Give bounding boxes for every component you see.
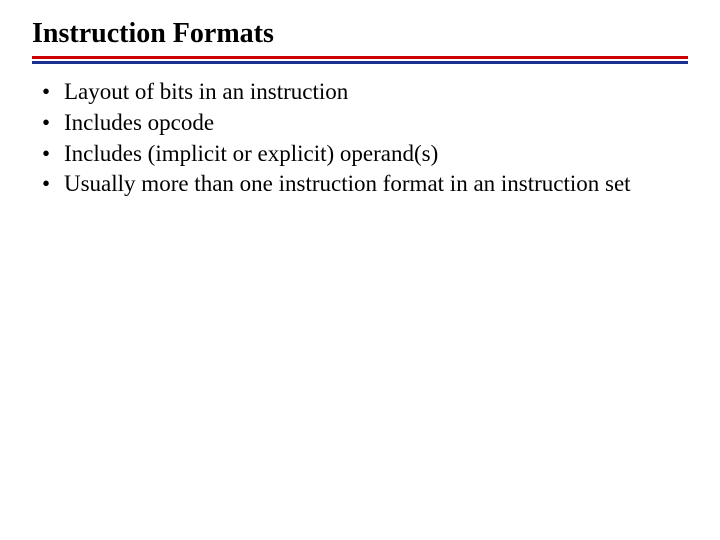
bullet-icon: • bbox=[40, 140, 64, 169]
page-title: Instruction Formats bbox=[32, 18, 688, 50]
list-item-text: Layout of bits in an instruction bbox=[64, 78, 688, 107]
list-item: • Usually more than one instruction form… bbox=[40, 170, 688, 199]
bullet-icon: • bbox=[40, 78, 64, 107]
list-item-text: Includes (implicit or explicit) operand(… bbox=[64, 140, 688, 169]
list-item: • Layout of bits in an instruction bbox=[40, 78, 688, 107]
title-divider bbox=[32, 56, 688, 64]
bullet-list: • Layout of bits in an instruction • Inc… bbox=[32, 78, 688, 199]
list-item: • Includes (implicit or explicit) operan… bbox=[40, 140, 688, 169]
divider-blue-line bbox=[32, 61, 688, 64]
list-item: • Includes opcode bbox=[40, 109, 688, 138]
bullet-icon: • bbox=[40, 170, 64, 199]
list-item-text: Includes opcode bbox=[64, 109, 688, 138]
bullet-icon: • bbox=[40, 109, 64, 138]
list-item-text: Usually more than one instruction format… bbox=[64, 170, 688, 199]
